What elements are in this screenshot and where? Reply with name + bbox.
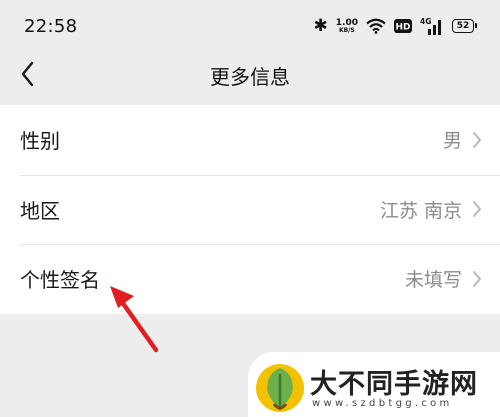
info-list: 性别 男 地区 江苏 南京 个性签名 未填写 — [0, 105, 500, 314]
list-item-region[interactable]: 地区 江苏 南京 — [0, 174, 500, 245]
watermark-name: 大不同手游网 — [310, 369, 478, 400]
row-value: 江苏 南京 — [379, 199, 462, 222]
battery-level: 52 — [456, 21, 470, 31]
chevron-right-icon — [473, 201, 481, 218]
bluetooth-icon: ✱ — [313, 15, 328, 36]
row-label: 个性签名 — [20, 268, 100, 293]
row-value: 男 — [442, 130, 462, 153]
watermark: 大不同手游网 www.szdbtgg.com — [248, 352, 500, 417]
network-speed-unit: KB/S — [339, 26, 355, 34]
status-icons: ✱ 1.00 KB/S HD 4G 52 — [313, 15, 477, 36]
status-time: 22:58 — [24, 15, 78, 37]
row-right: 江苏 南京 — [380, 196, 482, 223]
row-value: 未填写 — [404, 269, 462, 292]
list-item-gender[interactable]: 性别 男 — [0, 105, 500, 175]
chevron-right-icon — [473, 270, 481, 287]
page-title: 更多信息 — [210, 65, 290, 89]
nav-bar: 更多信息 — [0, 48, 500, 102]
row-label: 地区 — [20, 198, 60, 223]
chevron-right-icon — [473, 131, 481, 148]
row-right: 未填写 — [405, 265, 482, 292]
annotation-arrow-icon — [110, 286, 159, 353]
network-speed: 1.00 KB/S — [336, 18, 358, 34]
network-type-label: 4G — [420, 17, 431, 26]
watermark-url: www.szdbtgg.com — [312, 398, 453, 409]
list-item-signature[interactable]: 个性签名 未填写 — [0, 244, 500, 314]
watermark-logo-icon — [256, 364, 304, 412]
signal-icon: 4G — [420, 17, 441, 35]
row-label: 性别 — [20, 129, 60, 154]
row-right: 男 — [443, 126, 482, 153]
hd-badge-label: HD — [395, 23, 410, 33]
battery-icon: 52 — [452, 19, 477, 33]
hd-icon: HD — [394, 19, 412, 33]
wifi-icon — [366, 18, 386, 34]
